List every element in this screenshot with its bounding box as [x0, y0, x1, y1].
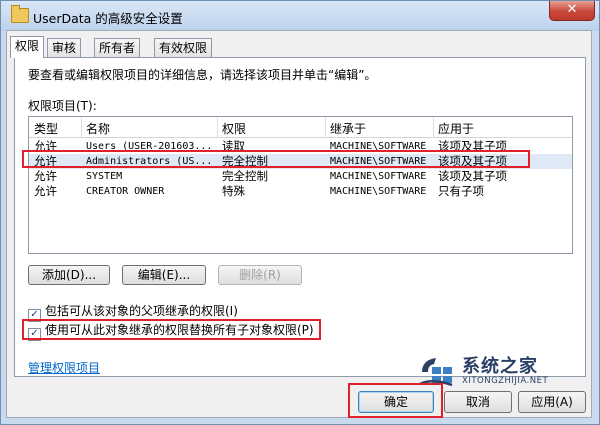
column-header-type[interactable]: 类型 — [34, 120, 58, 137]
row-permission: 特殊 — [222, 184, 245, 198]
folder-icon — [11, 5, 29, 23]
title-bar[interactable]: UserData 的高级安全设置 ✕ — [1, 1, 599, 31]
remove-button[interactable]: 删除(R) — [218, 265, 302, 285]
tab-effective-permissions[interactable]: 有效权限 — [154, 38, 213, 57]
row-inherited-from: MACHINE\SOFTWARE — [330, 186, 427, 197]
add-button[interactable]: 添加(D)... — [28, 265, 110, 285]
row-applies-to: 该项及其子项 — [438, 169, 507, 183]
row-type: 允许 — [34, 184, 57, 198]
instruction-text: 要查看或编辑权限项目的详细信息，请选择该项目并单击“编辑”。 — [28, 68, 377, 82]
column-header-inherited-from[interactable]: 继承于 — [330, 120, 366, 137]
highlight-box-checkbox — [22, 319, 321, 340]
highlight-box-row — [22, 150, 530, 168]
edit-button[interactable]: 编辑(E)... — [122, 265, 206, 285]
row-name: SYSTEM — [86, 171, 123, 182]
column-header-permission[interactable]: 权限 — [222, 120, 246, 137]
column-header-applies-to[interactable]: 应用于 — [438, 120, 474, 137]
permission-entries-list[interactable]: 类型 名称 权限 继承于 应用于 允许 Users (USER-201603..… — [28, 116, 573, 254]
inherit-permissions-label: 包括可从该对象的父项继承的权限(I) — [45, 304, 238, 318]
row-permission: 完全控制 — [222, 169, 268, 183]
tab-owner[interactable]: 所有者 — [94, 38, 141, 57]
inherit-permissions-option[interactable]: ✓ 包括可从该对象的父项继承的权限(I) — [28, 303, 238, 322]
manage-permission-entries-link[interactable]: 管理权限项目 — [28, 359, 100, 376]
table-row[interactable]: 允许 SYSTEM 完全控制 MACHINE\SOFTWARE 该项及其子项 — [29, 169, 572, 184]
tab-auditing[interactable]: 审核 — [47, 38, 82, 57]
close-button[interactable]: ✕ — [549, 1, 595, 21]
cancel-button[interactable]: 取消 — [444, 391, 512, 413]
column-header-name[interactable]: 名称 — [86, 120, 110, 137]
window-title: UserData 的高级安全设置 — [33, 11, 183, 26]
watermark-url: XITONGZHIJIA.NET — [462, 376, 549, 386]
apply-button[interactable]: 应用(A) — [518, 391, 586, 413]
highlight-box-ok — [348, 383, 443, 418]
row-name: CREATOR OWNER — [86, 186, 165, 197]
tab-permissions[interactable]: 权限 — [10, 36, 45, 58]
permission-entries-label: 权限项目(T): — [28, 99, 97, 113]
row-type: 允许 — [34, 169, 57, 183]
row-inherited-from: MACHINE\SOFTWARE — [330, 171, 427, 182]
table-row[interactable]: 允许 CREATOR OWNER 特殊 MACHINE\SOFTWARE 只有子… — [29, 184, 572, 199]
watermark-brand: 系统之家 — [462, 356, 538, 377]
row-applies-to: 只有子项 — [438, 184, 484, 198]
list-header: 类型 名称 权限 继承于 应用于 — [29, 117, 572, 138]
